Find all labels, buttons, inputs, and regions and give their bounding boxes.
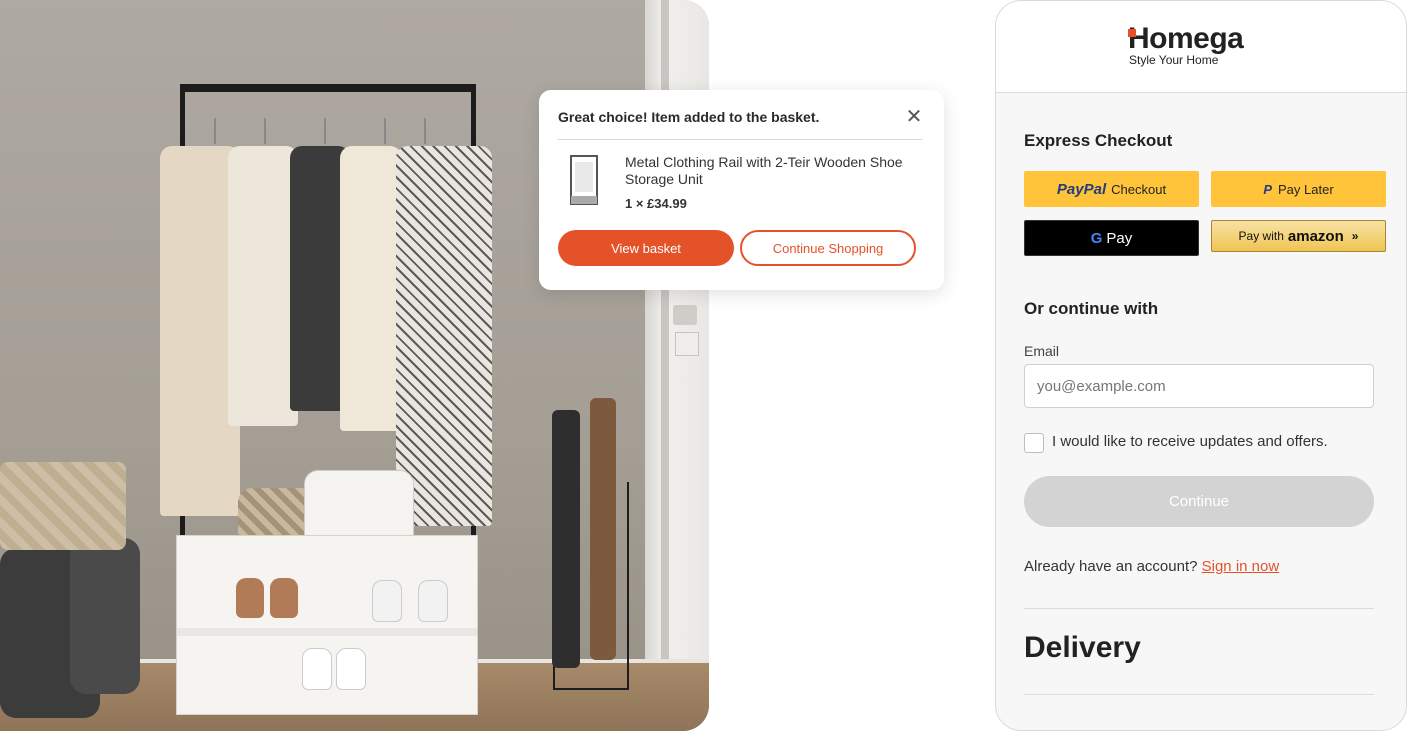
logo-mark (1128, 29, 1136, 37)
basket-toast: Great choice! Item added to the basket. … (539, 90, 944, 290)
light-switch (675, 332, 699, 356)
divider (1024, 694, 1374, 695)
amazon-pay-button[interactable]: Pay with amazon » (1211, 220, 1386, 252)
door-handle (673, 305, 697, 325)
toast-message: Great choice! Item added to the basket. (558, 109, 820, 125)
updates-checkbox[interactable] (1024, 433, 1044, 453)
paypal-checkout-label: Checkout (1111, 181, 1167, 197)
brand-logo[interactable]: Homega (1128, 22, 1244, 55)
brand-tagline: Style Your Home (1129, 53, 1219, 67)
email-field[interactable] (1024, 364, 1374, 408)
shoe (372, 580, 402, 622)
hanger (424, 118, 426, 144)
umbrella-brown (590, 398, 616, 660)
sign-in-link[interactable]: Sign in now (1202, 558, 1280, 575)
hanger (264, 118, 266, 144)
panel-header: Homega Style Your Home (996, 1, 1406, 93)
coat-patterned (396, 146, 492, 526)
paypal-pay-later-button[interactable]: P Pay Later (1211, 171, 1386, 207)
google-pay-button[interactable]: G Pay (1024, 220, 1199, 256)
paypal-checkout-button[interactable]: PayPal Checkout (1024, 171, 1199, 207)
gpay-label: Pay (1106, 229, 1133, 247)
shelf-board (177, 628, 477, 636)
shoe (236, 578, 264, 618)
shoe (302, 648, 332, 690)
umbrella-black (552, 410, 580, 668)
amazon-pay-prefix: Pay with (1238, 229, 1284, 243)
hanger (214, 118, 216, 144)
continue-button[interactable]: Continue (1024, 476, 1374, 527)
view-basket-button[interactable]: View basket (558, 230, 734, 266)
account-prompt: Already have an account? Sign in now (1024, 558, 1279, 575)
coat-light (340, 146, 402, 431)
updates-label: I would like to receive updates and offe… (1052, 433, 1328, 450)
product-thumbnail (570, 155, 598, 205)
product-name: Metal Clothing Rail with 2-Teir Wooden S… (625, 154, 903, 187)
continue-with-title: Or continue with (1024, 299, 1159, 318)
chevron-right-icon: » (1351, 229, 1359, 243)
product-quantity-price: 1 × £34.99 (625, 196, 687, 211)
hanger (384, 118, 386, 144)
delivery-title: Delivery (1024, 631, 1141, 664)
shoe (270, 578, 298, 618)
shoe (418, 580, 448, 622)
express-checkout-title: Express Checkout (1024, 131, 1173, 150)
paypal-icon: P (1263, 181, 1272, 197)
pay-later-label: Pay Later (1278, 181, 1334, 197)
google-icon: G (1090, 229, 1103, 247)
rack-top-bar (180, 84, 476, 92)
handbag-white (304, 470, 414, 542)
account-prompt-text: Already have an account? (1024, 558, 1198, 575)
hanger (324, 118, 326, 144)
close-icon[interactable]: ✕ (903, 106, 925, 128)
checkout-panel: Homega Style Your Home Express Checkout … (995, 0, 1407, 731)
paypal-logo: PayPal (1056, 180, 1107, 198)
stool (70, 538, 140, 694)
coat-cream (228, 146, 298, 426)
hat-box (0, 462, 126, 550)
amazon-logo: amazon (1287, 227, 1344, 245)
brand-name: Homega (1128, 22, 1244, 55)
divider (1024, 608, 1374, 609)
continue-shopping-button[interactable]: Continue Shopping (740, 230, 916, 266)
email-label: Email (1024, 343, 1060, 359)
shoe (336, 648, 366, 690)
toast-divider (558, 139, 922, 140)
